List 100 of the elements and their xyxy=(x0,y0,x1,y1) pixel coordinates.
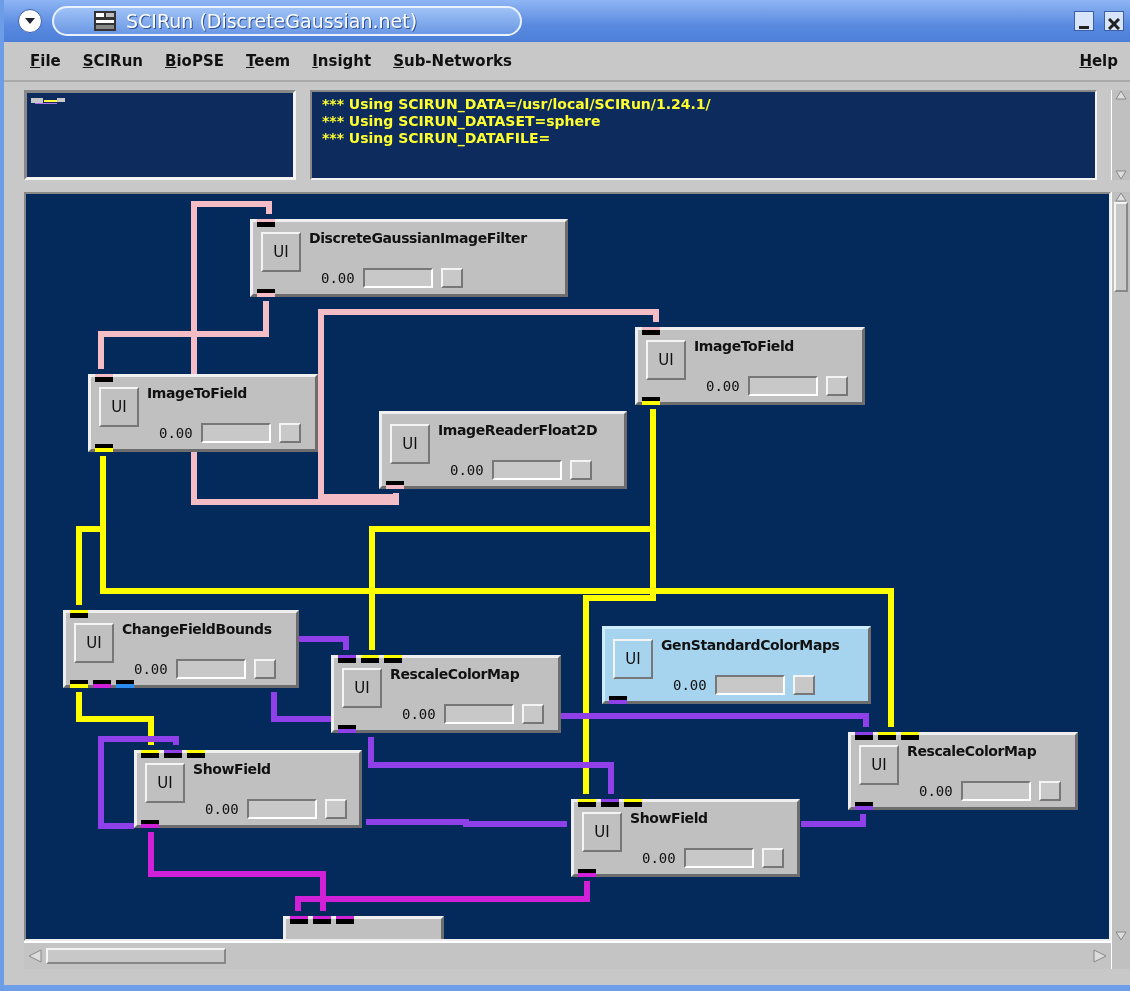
minimize-button[interactable] xyxy=(1074,11,1094,31)
progress-value: 0.00 xyxy=(450,461,484,478)
connection-wire[interactable] xyxy=(318,309,659,500)
input-port[interactable] xyxy=(336,916,354,924)
input-port[interactable] xyxy=(578,799,596,807)
module-node[interactable]: UI GenStandardColorMaps 0.00 xyxy=(602,626,871,704)
menu-item[interactable]: SCIRun xyxy=(82,52,144,70)
up-arrow-icon xyxy=(1115,192,1127,202)
ui-button[interactable]: UI xyxy=(646,340,686,380)
ui-button[interactable]: UI xyxy=(859,745,899,785)
module-node[interactable]: UI ImageReaderFloat2D 0.00 xyxy=(379,411,627,489)
input-port[interactable] xyxy=(601,799,619,807)
input-port[interactable] xyxy=(141,750,159,758)
time-button[interactable] xyxy=(278,422,301,443)
input-port[interactable] xyxy=(257,219,275,227)
input-port[interactable] xyxy=(642,327,660,335)
module-node[interactable]: UI ShowField 0.00 xyxy=(134,750,362,828)
module-node[interactable]: UI ImageToField 0.00 xyxy=(635,327,865,405)
scrollbar[interactable] xyxy=(24,941,1111,969)
input-port[interactable] xyxy=(384,655,402,663)
module-title: RescaleColorMap xyxy=(390,666,521,684)
input-port[interactable] xyxy=(338,655,356,663)
output-port[interactable] xyxy=(70,680,88,688)
progress-value: 0.00 xyxy=(919,782,953,799)
module-node[interactable]: UI ShowField 0.00 xyxy=(571,799,800,877)
progress-value: 0.00 xyxy=(673,676,707,693)
caret-icon xyxy=(25,17,35,25)
module-title: ShowField xyxy=(193,761,272,779)
time-button[interactable] xyxy=(521,703,544,724)
scrollbar[interactable] xyxy=(1111,192,1130,969)
ui-button[interactable]: UI xyxy=(145,763,185,803)
ui-button[interactable]: UI xyxy=(74,623,114,663)
down-arrow-icon xyxy=(1115,931,1127,941)
left-arrow-icon xyxy=(28,949,42,963)
time-button[interactable] xyxy=(440,267,463,288)
output-port[interactable] xyxy=(386,481,404,489)
progress-value: 0.00 xyxy=(642,849,676,866)
input-port[interactable] xyxy=(313,916,331,924)
log-line: *** Using SCIRUN_DATA=/usr/local/SCIRun/1.24.1/ xyxy=(322,96,712,113)
up-arrow-icon xyxy=(1115,90,1127,100)
output-port[interactable] xyxy=(642,397,660,405)
input-port[interactable] xyxy=(95,374,113,382)
input-port[interactable] xyxy=(187,750,205,758)
input-port[interactable] xyxy=(361,655,379,663)
menu-item[interactable]: File xyxy=(30,52,61,70)
input-port[interactable] xyxy=(164,750,182,758)
time-button[interactable] xyxy=(324,798,347,819)
log-line: *** Using SCIRUN_DATASET=sphere xyxy=(322,113,602,130)
input-port[interactable] xyxy=(855,732,873,740)
connection-wire[interactable] xyxy=(368,737,614,794)
scrollbar-thumb[interactable] xyxy=(1114,201,1128,292)
module-title: GenStandardColorMaps xyxy=(661,637,841,655)
module-node[interactable]: UI ImageToField 0.00 xyxy=(88,374,318,452)
module-title: DiscreteGaussianImageFilter xyxy=(309,230,528,248)
input-port[interactable] xyxy=(878,732,896,740)
connection-wire[interactable] xyxy=(98,736,179,829)
ui-button[interactable]: UI xyxy=(390,424,430,464)
ui-button[interactable]: UI xyxy=(261,232,301,272)
time-button[interactable] xyxy=(253,658,276,679)
module-node[interactable]: UI RescaleColorMap 0.00 xyxy=(848,732,1078,810)
time-button[interactable] xyxy=(825,375,848,396)
ui-button[interactable]: UI xyxy=(342,668,382,708)
input-port[interactable] xyxy=(901,732,919,740)
minimap-drawing xyxy=(31,97,65,105)
time-button[interactable] xyxy=(1038,780,1061,801)
menu-item[interactable]: Sub-Networks xyxy=(393,52,512,70)
ui-button[interactable]: UI xyxy=(613,639,653,679)
time-button[interactable] xyxy=(792,674,815,695)
menu-item[interactable]: BioPSE xyxy=(165,52,224,70)
time-button[interactable] xyxy=(761,847,784,868)
menu-item[interactable]: Teem xyxy=(245,52,291,70)
output-port[interactable] xyxy=(257,289,275,297)
scrollbar[interactable] xyxy=(1111,90,1130,180)
module-title: ImageToField xyxy=(694,338,795,356)
log-line: *** Using SCIRUN_DATAFILE= xyxy=(322,130,552,147)
right-arrow-icon xyxy=(1093,949,1107,963)
module-node[interactable]: UI ChangeFieldBounds 0.00 xyxy=(63,610,299,688)
input-port[interactable] xyxy=(624,799,642,807)
ui-button[interactable]: UI xyxy=(99,387,139,427)
app-icon xyxy=(94,11,116,31)
output-port[interactable] xyxy=(95,444,113,452)
ui-button[interactable]: UI xyxy=(582,812,622,852)
output-port[interactable] xyxy=(116,680,134,688)
module-node[interactable]: UI DiscreteGaussianImageFilter 0.00 xyxy=(250,219,568,297)
close-button[interactable] xyxy=(1104,11,1124,31)
progress-value: 0.00 xyxy=(402,705,436,722)
input-port[interactable] xyxy=(290,916,308,924)
menu-item[interactable]: Help xyxy=(1079,52,1118,70)
connection-wire[interactable] xyxy=(98,301,269,369)
down-arrow-icon xyxy=(1115,170,1127,180)
module-node[interactable]: UI RescaleColorMap 0.00 xyxy=(331,655,561,733)
window-menu-button[interactable] xyxy=(18,9,42,33)
network-canvas[interactable] xyxy=(24,192,1111,941)
progress-value: 0.00 xyxy=(159,424,193,441)
scrollbar-thumb[interactable] xyxy=(46,948,226,964)
network-overview[interactable] xyxy=(24,90,296,180)
menu-item[interactable]: Insight xyxy=(312,52,372,70)
input-port[interactable] xyxy=(70,610,88,618)
module-title: ChangeFieldBounds xyxy=(122,621,273,639)
time-button[interactable] xyxy=(569,459,592,480)
